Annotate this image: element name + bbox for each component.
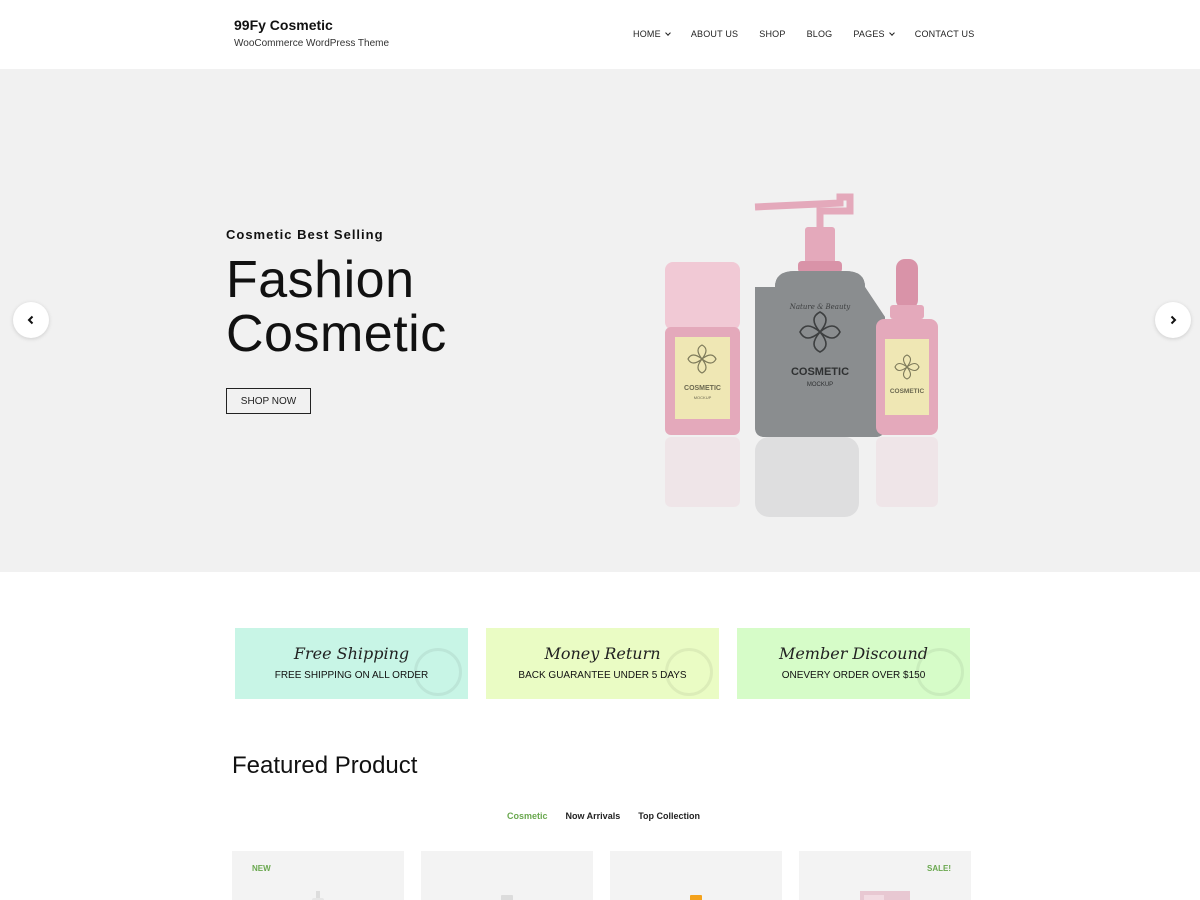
bottle-label-brand: COSMETIC bbox=[791, 366, 849, 378]
tab-cosmetic[interactable]: Cosmetic bbox=[507, 811, 548, 821]
hero-title: Fashion Cosmetic bbox=[226, 253, 447, 361]
tab-now-arrivals[interactable]: Now Arrivals bbox=[566, 811, 621, 821]
feature-title: Free Shipping bbox=[293, 644, 410, 663]
product-card[interactable] bbox=[610, 851, 782, 900]
bottle-label-sub: MOCKUP bbox=[694, 395, 712, 400]
nav-item-label: ABOUT US bbox=[690, 29, 739, 39]
product-image bbox=[312, 891, 324, 900]
hero-slider: Cosmetic Best Selling Fashion Cosmetic S… bbox=[0, 69, 1200, 572]
bottle-label-script: Nature & Beauty bbox=[789, 303, 852, 311]
nav-item-shop[interactable]: SHOP bbox=[759, 29, 785, 39]
nav-item-blog[interactable]: BLOG bbox=[807, 29, 833, 39]
bottle-label-brand: COSMETIC bbox=[684, 385, 721, 392]
bottle-label-sub: MOCKUP bbox=[807, 382, 833, 388]
slider-prev-button[interactable] bbox=[13, 302, 49, 338]
site-title[interactable]: 99Fy Cosmetic bbox=[234, 17, 333, 33]
chevron-down-icon bbox=[888, 29, 895, 36]
hero-title-line: Cosmetic bbox=[226, 305, 447, 363]
chevron-left-icon bbox=[27, 315, 34, 325]
product-card[interactable]: SALE! bbox=[799, 851, 971, 900]
nav-item-label: SHOP bbox=[759, 29, 786, 39]
site-header: 99Fy Cosmetic WooCommerce WordPress Them… bbox=[0, 0, 1200, 69]
bottle-label-brand: COSMETIC bbox=[890, 388, 925, 395]
site-tagline: WooCommerce WordPress Theme bbox=[234, 38, 390, 49]
product-tabs: Cosmetic Now Arrivals Top Collection bbox=[507, 811, 718, 821]
sale-badge: SALE! bbox=[927, 864, 951, 873]
product-grid: NEW SALE! bbox=[232, 851, 971, 900]
product-card[interactable]: NEW bbox=[232, 851, 404, 900]
featured-product-title: Featured Product bbox=[232, 752, 418, 779]
chevron-down-icon bbox=[664, 29, 671, 36]
nav-item-label: HOME bbox=[633, 29, 661, 39]
feature-title: Member Discound bbox=[778, 644, 929, 663]
nav-item-home[interactable]: HOME bbox=[633, 29, 671, 39]
main-nav: HOME ABOUT US SHOP BLOG PAGES CONTACT US bbox=[633, 29, 974, 39]
feature-member-discount: Member Discound ONEVERY ORDER OVER $150 bbox=[737, 628, 970, 699]
cosmetic-bottles-image: COSMETIC MOCKUP Nature & Beauty COSMETIC… bbox=[665, 193, 938, 517]
nav-item-label: PAGES bbox=[853, 29, 885, 39]
tab-top-collection[interactable]: Top Collection bbox=[638, 811, 700, 821]
nav-item-label: CONTACT US bbox=[914, 29, 975, 39]
nav-item-about-us[interactable]: ABOUT US bbox=[691, 29, 738, 39]
feature-desc: FREE SHIPPING ON ALL ORDER bbox=[274, 670, 429, 681]
nav-item-label: BLOG bbox=[806, 29, 833, 39]
hero-subtitle: Cosmetic Best Selling bbox=[226, 227, 384, 242]
feature-title: Money Return bbox=[544, 644, 661, 663]
chevron-right-icon bbox=[1170, 315, 1177, 325]
product-image bbox=[690, 895, 702, 900]
product-card[interactable] bbox=[421, 851, 593, 900]
feature-boxes: Free Shipping FREE SHIPPING ON ALL ORDER… bbox=[235, 628, 970, 699]
feature-money-return: Money Return BACK GUARANTEE UNDER 5 DAYS bbox=[486, 628, 719, 699]
new-badge: NEW bbox=[252, 864, 271, 873]
hero-title-line: Fashion bbox=[226, 251, 415, 309]
feature-desc: BACK GUARANTEE UNDER 5 DAYS bbox=[518, 670, 687, 681]
feature-free-shipping: Free Shipping FREE SHIPPING ON ALL ORDER bbox=[235, 628, 468, 699]
nav-item-contact-us[interactable]: CONTACT US bbox=[915, 29, 975, 39]
feature-desc: ONEVERY ORDER OVER $150 bbox=[781, 670, 926, 681]
slider-next-button[interactable] bbox=[1155, 302, 1191, 338]
shop-now-button[interactable]: SHOP NOW bbox=[226, 388, 311, 414]
product-image bbox=[860, 891, 910, 900]
product-image bbox=[501, 895, 513, 900]
nav-item-pages[interactable]: PAGES bbox=[853, 29, 895, 39]
